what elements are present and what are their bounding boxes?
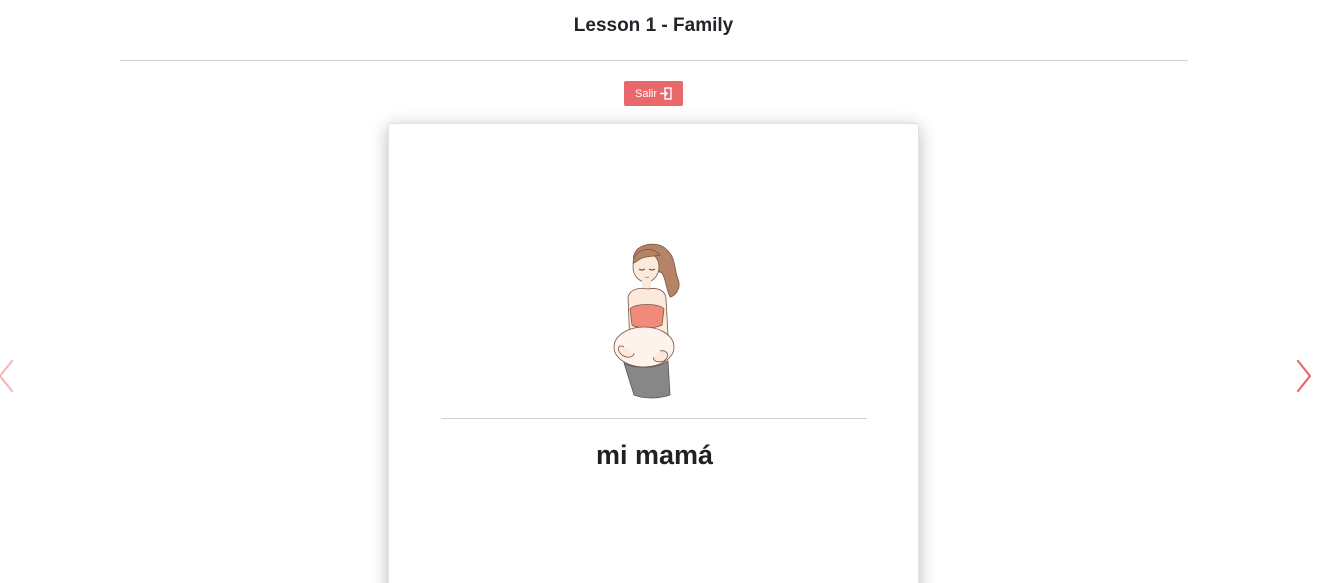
flashcard[interactable]: mi mamá — [388, 123, 919, 583]
chevron-left-icon[interactable] — [0, 358, 20, 394]
mother-illustration — [604, 239, 704, 404]
flashcard-word: mi mamá — [595, 440, 714, 470]
card-divider — [441, 418, 867, 419]
chevron-right-icon[interactable] — [1292, 358, 1316, 394]
header-divider — [120, 60, 1188, 61]
exit-button[interactable]: Salir — [624, 81, 683, 106]
lesson-title: Lesson 1 - Family — [573, 15, 734, 36]
sign-out-icon — [659, 87, 672, 100]
flashcard-page: Lesson 1 - Family Salir mi mamá — [0, 0, 1322, 583]
exit-button-label: Salir — [634, 87, 657, 100]
